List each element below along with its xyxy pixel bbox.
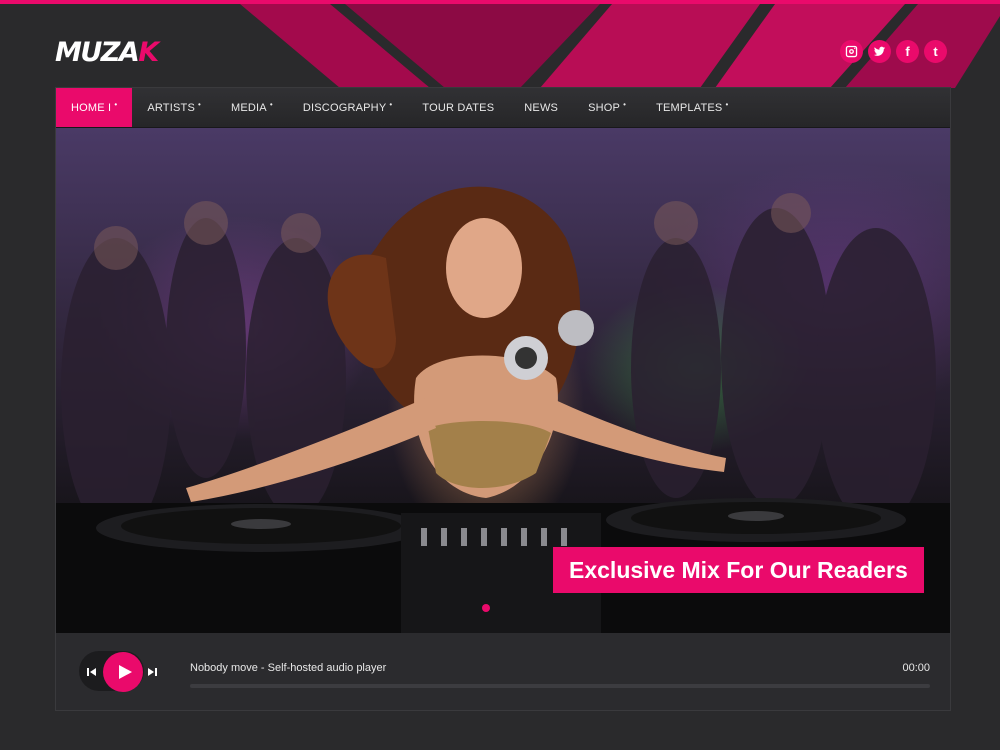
nav-item-templates[interactable]: TEMPLATES • xyxy=(641,88,743,127)
nav-item-home[interactable]: HOME I • xyxy=(56,88,133,127)
previous-track-icon xyxy=(87,668,96,676)
nav-item-label: HOME I xyxy=(71,101,112,114)
nav-item-label: MEDIA xyxy=(231,101,267,114)
nav-item-news[interactable]: NEWS xyxy=(509,88,573,127)
social-links: f t xyxy=(840,40,947,63)
nav-item-discography[interactable]: DISCOGRAPHY • xyxy=(288,88,408,127)
facebook-icon: f xyxy=(905,44,910,59)
dropdown-caret-icon: • xyxy=(725,100,729,109)
main-content-frame: HOME I • ARTISTS • MEDIA • DISCOGRAPHY • TOU… xyxy=(55,87,951,711)
logo-accent-text: K xyxy=(138,37,159,68)
nav-item-label: NEWS xyxy=(524,101,559,114)
main-navigation: HOME I • ARTISTS • MEDIA • DISCOGRAPHY • TOU… xyxy=(56,88,950,128)
dropdown-caret-icon: • xyxy=(269,100,273,109)
track-time: 00:00 xyxy=(902,662,930,674)
tumblr-icon: t xyxy=(933,44,938,59)
nav-item-label: ARTISTS xyxy=(147,101,195,114)
logo-main-text: MUZA xyxy=(55,37,140,68)
hero-banner[interactable]: Exclusive Mix For Our Readers xyxy=(56,128,950,633)
nav-item-label: SHOP xyxy=(588,101,621,114)
dropdown-caret-icon: • xyxy=(197,100,201,109)
twitter-button[interactable] xyxy=(868,40,891,63)
track-title: Nobody move - Self-hosted audio player xyxy=(190,662,387,674)
instagram-icon xyxy=(845,45,858,58)
site-header: MUZAK f t xyxy=(0,4,1000,88)
nav-item-media[interactable]: MEDIA • xyxy=(216,88,288,127)
nav-item-shop[interactable]: SHOP • xyxy=(573,88,641,127)
dropdown-caret-icon: • xyxy=(114,100,118,109)
audio-player: Nobody move - Self-hosted audio player 0… xyxy=(56,633,950,710)
tumblr-button[interactable]: t xyxy=(924,40,947,63)
play-button[interactable] xyxy=(103,652,143,692)
play-icon xyxy=(118,665,132,679)
hero-caption[interactable]: Exclusive Mix For Our Readers xyxy=(553,547,924,593)
nav-item-artists[interactable]: ARTISTS • xyxy=(132,88,216,127)
nav-item-tour-dates[interactable]: TOUR DATES xyxy=(407,88,509,127)
next-track-icon xyxy=(148,668,157,676)
previous-track-button[interactable] xyxy=(87,667,97,677)
site-logo[interactable]: MUZAK xyxy=(55,37,159,68)
twitter-icon xyxy=(873,46,886,56)
facebook-button[interactable]: f xyxy=(896,40,919,63)
dropdown-caret-icon: • xyxy=(389,100,393,109)
nav-item-label: TEMPLATES xyxy=(656,101,723,114)
next-track-button[interactable] xyxy=(147,667,157,677)
nav-item-label: DISCOGRAPHY xyxy=(302,101,387,114)
dropdown-caret-icon: • xyxy=(623,100,627,109)
progress-bar[interactable] xyxy=(190,684,930,688)
nav-item-label: TOUR DATES xyxy=(422,101,495,114)
instagram-button[interactable] xyxy=(840,40,863,63)
